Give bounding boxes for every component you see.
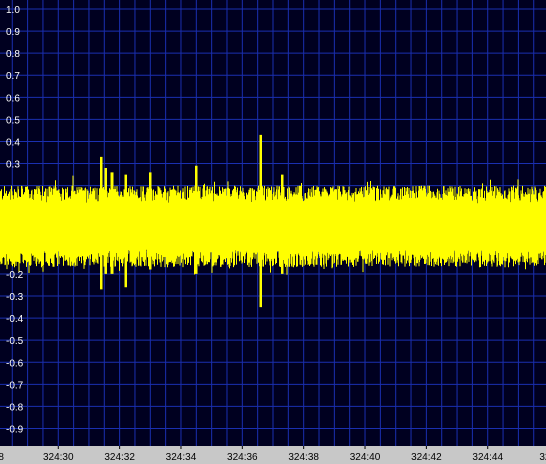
y-tick-label: -0.6 [6,358,24,369]
y-tick-label: -0.2 [6,270,24,281]
y-tick-label: 0.3 [6,160,20,171]
x-tick-label: 324:36 [227,452,258,463]
y-tick-label: -0.9 [6,425,24,436]
y-tick-label: -0.3 [6,292,24,303]
y-tick-label: 0.8 [6,49,20,60]
y-tick-label: 0.4 [6,137,20,148]
y-tick-label: -0.8 [6,402,24,413]
y-tick-label: -0.7 [6,380,24,391]
x-tick-label: 324:40 [350,452,381,463]
x-tick-label: 324:44 [472,452,503,463]
y-tick-label: -0.4 [6,314,24,325]
y-tick-label: 0.9 [6,27,20,38]
y-tick-label: 0.7 [6,71,20,82]
x-tick-label: 324:30 [43,452,74,463]
y-tick-label: 0.5 [6,115,20,126]
x-tick-label: 324:38 [288,452,319,463]
oscilloscope-chart: 1.0 0.9 0.8 0.7 0.6 0.5 0.4 0.3 -0.2 -0.3 -0.4 -0.5… [0,0,546,464]
x-tick-label: 324: [539,452,546,463]
x-axis-bar [0,446,546,464]
x-tick-label: 324:32 [104,452,135,463]
x-tick-label: 324:34 [166,452,197,463]
y-tick-label: -0.5 [6,336,24,347]
x-tick-label: 324:42 [411,452,442,463]
x-tick-label: :28 [0,452,4,463]
y-tick-label: 0.6 [6,93,20,104]
y-tick-label: 1.0 [6,5,20,16]
